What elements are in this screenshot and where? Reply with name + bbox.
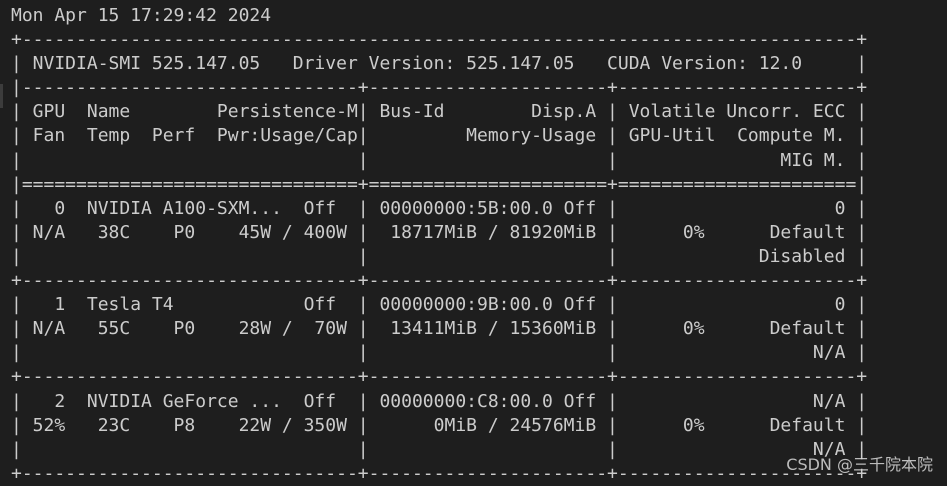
gpu-0-row-1: | 0 NVIDIA A100-SXM... Off | 00000000:5B… <box>11 197 868 219</box>
gpu-1-row-2: | N/A 55C P0 28W / 70W | 13411MiB / 1536… <box>11 318 868 340</box>
gpu-2-row-2: | 52% 23C P8 22W / 350W | 0MiB / 24576Mi… <box>11 414 868 436</box>
gpu-1-separator: +-------------------------------+-------… <box>11 366 868 388</box>
gpu-2-row-1: | 2 NVIDIA GeForce ... Off | 00000000:C8… <box>11 390 868 412</box>
table-bottom-border: +-------------------------------+-------… <box>11 462 868 484</box>
table-top-border: +---------------------------------------… <box>11 29 868 51</box>
timestamp-line: Mon Apr 15 17:29:42 2024 <box>11 5 272 26</box>
terminal-output: Mon Apr 15 17:29:42 2024 +---------------… <box>11 4 867 486</box>
header-separator: |-------------------------------+-------… <box>11 77 868 99</box>
gpu-0-row-3: | | | Disabled | <box>11 245 868 267</box>
gpu-1-row-3: | | | N/A | <box>11 342 868 364</box>
scrollbar-marker <box>0 84 3 108</box>
column-header-row-1: | GPU Name Persistence-M| Bus-Id Disp.A … <box>11 101 868 123</box>
column-header-row-3: | | | MIG M. | <box>11 149 868 171</box>
header-double-separator: |===============================+=======… <box>11 173 868 195</box>
csdn-watermark: CSDN @三千院本院 <box>786 455 933 474</box>
gpu-1-row-1: | 1 Tesla T4 Off | 00000000:9B:00.0 Off … <box>11 294 868 316</box>
version-line: | NVIDIA-SMI 525.147.05 Driver Version: … <box>11 53 868 75</box>
gpu-0-separator: +-------------------------------+-------… <box>11 270 868 292</box>
gpu-0-row-2: | N/A 38C P0 45W / 400W | 18717MiB / 819… <box>11 221 868 243</box>
gpu-2-row-3: | | | N/A | <box>11 438 868 460</box>
column-header-row-2: | Fan Temp Perf Pwr:Usage/Cap| Memory-Us… <box>11 125 868 147</box>
